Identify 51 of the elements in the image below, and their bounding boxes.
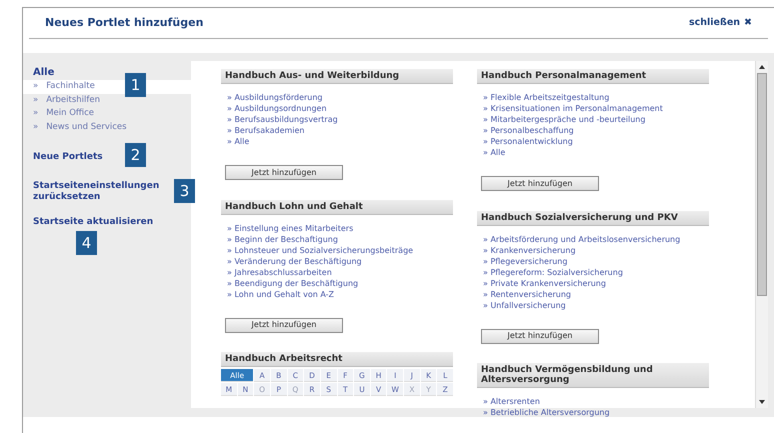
callout-number: 3 xyxy=(174,179,195,203)
sidebar-link[interactable]: Startseiteneinstellungen zurücksetzen xyxy=(33,181,171,203)
section-header: Handbuch Personalmanagement xyxy=(477,69,709,84)
section-header: Handbuch Sozialversicherung und PKV xyxy=(477,210,709,226)
add-button[interactable]: Jetzt hinzufügen xyxy=(225,318,343,332)
section-header: Handbuch Aus- und Weiterbildung xyxy=(221,69,453,84)
callout-number: 4 xyxy=(76,231,97,255)
window-title: Neues Portlet hinzufügen xyxy=(45,14,204,31)
portlet-link[interactable]: » Berufsakademien xyxy=(227,125,453,136)
portlet-link[interactable]: » Ausbildungsförderung xyxy=(227,92,453,103)
portlet-link[interactable]: » Flexible Arbeitszeitgestaltung xyxy=(483,92,709,103)
add-button[interactable]: Jetzt hinzufügen xyxy=(481,328,599,344)
portlet-link[interactable]: » Betriebliche Altersversorgung xyxy=(483,407,709,418)
sidebar-item[interactable]: » News und Services xyxy=(23,120,191,134)
portlet-link[interactable]: » Jahresabschlussarbeiten xyxy=(227,266,453,278)
portlet-link[interactable]: » Beendigung der Beschäftigung xyxy=(227,278,453,288)
close-link[interactable]: schließen ✖ xyxy=(688,16,752,30)
portlet-link[interactable]: » Alle xyxy=(483,147,709,158)
callout-number: 2 xyxy=(125,143,146,167)
callout-number: 1 xyxy=(125,73,146,97)
add-button[interactable]: Jetzt hinzufügen xyxy=(225,165,343,180)
portlet-link[interactable]: » Arbeitsförderung und Arbeitslosenversicherung xyxy=(483,234,709,244)
portlet-link[interactable]: » Lohn und Gehalt von A-Z xyxy=(227,288,453,300)
scroll-thumb[interactable] xyxy=(757,73,767,296)
portlet-link[interactable]: » Private Krankenversicherung xyxy=(483,278,709,288)
portlet-link[interactable]: » Personalentwicklung xyxy=(483,136,709,147)
portlet-link[interactable]: » Rentenversicherung xyxy=(483,288,709,300)
portlet-link[interactable]: » Personalbeschaffung xyxy=(483,125,709,136)
add-button[interactable]: Jetzt hinzufügen xyxy=(481,176,599,191)
portlet-link[interactable]: » Veränderung der Beschäftigung xyxy=(227,256,453,266)
portlet-link[interactable]: » Beginn der Beschaftigung xyxy=(227,234,453,244)
section-header: Handbuch Arbeitsrecht xyxy=(221,352,453,367)
section-header: Handbuch Vermögensbildung und Altersversorgung xyxy=(477,363,709,388)
portlet-link[interactable]: » Pflegeversicherung xyxy=(483,256,709,266)
close-icon[interactable]: ✖ xyxy=(744,16,752,30)
portlet-link[interactable]: » Berufsausbildungsvertrag xyxy=(227,114,453,125)
scrollbar[interactable] xyxy=(755,61,768,408)
portlet-link[interactable]: » Ausbildungsordnungen xyxy=(227,103,453,114)
portlet-link[interactable]: » Pflegereform: Sozialversicherung xyxy=(483,266,709,278)
section-header: Handbuch Lohn und Gehalt xyxy=(221,200,453,214)
portlet-link[interactable]: » Mitarbeitergespräche und -beurteilung xyxy=(483,114,709,125)
portlet-link[interactable]: » Alle xyxy=(227,136,453,147)
sidebar-link[interactable]: Startseite aktualisieren xyxy=(33,217,154,228)
portlet-link[interactable]: » Lohnsteuer und Sozialversicherungsbeiträge xyxy=(227,244,453,256)
portlet-link[interactable]: » Krankenversicherung xyxy=(483,244,709,256)
portlet-link[interactable]: » Einstellung eines Mitarbeiters xyxy=(227,222,453,234)
sidebar-link[interactable]: Neue Portlets xyxy=(33,152,103,163)
portlet-link[interactable]: » Altersrenten xyxy=(483,396,709,407)
sidebar-item[interactable]: » Mein Office xyxy=(23,107,191,120)
portlet-link[interactable]: » Unfallversicherung xyxy=(483,300,709,310)
portlet-link[interactable]: » Krisensituationen im Personalmanagement xyxy=(483,103,709,114)
